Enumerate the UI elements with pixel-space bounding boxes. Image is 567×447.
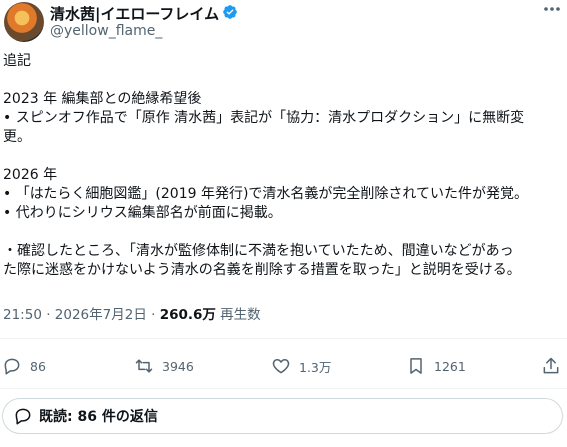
post-line: た際に迷惑をかけないよう清水の名義を削除する措置を取った」と説明を受ける。 [3, 262, 521, 278]
user-handle[interactable]: @yellow_flame_ [50, 23, 162, 39]
post-line: 2023 年 編集部との絶縁希望後 [3, 91, 202, 107]
bookmark-count: 1261 [434, 358, 466, 374]
like-count: 1.3万 [299, 359, 332, 375]
verified-badge-icon[interactable] [222, 4, 238, 20]
bookmark-button[interactable]: 1261 [406, 352, 466, 380]
post-line: • 代わりにシリウス編集部名が前面に掲載。 [3, 205, 282, 221]
share-button[interactable] [541, 352, 567, 380]
reply-count: 86 [30, 358, 46, 374]
repost-icon [135, 359, 153, 373]
post-line: 追記 [3, 53, 31, 69]
reply-icon [4, 358, 20, 375]
read-replies-button[interactable]: 既読: 86 件の返信 [2, 398, 563, 434]
display-name[interactable]: 清水茜|イエローフレイム [50, 3, 219, 24]
post-line: • 「はたらく細胞図鑑」(2019 年発行)で清水名義が完全削除されていた件が発… [3, 186, 529, 202]
repost-button[interactable]: 3946 [134, 352, 194, 380]
divider [0, 388, 567, 389]
post-line: • スピンオフ作品で「原作 清水茜」表記が「協力：清水プロダクション」に無断変 [3, 110, 525, 126]
reply-icon [15, 408, 31, 425]
read-replies-label: 既読: 86 件の返信 [39, 409, 158, 425]
post-line: ・確認したところ、「清水が監修体制に不満を抱いていたため、間違いなどがあっ [3, 243, 514, 259]
avatar[interactable] [4, 2, 44, 42]
post-header: 清水茜|イエローフレイム @yellow_flame_ [0, 0, 567, 44]
reply-button[interactable]: 86 [2, 352, 46, 380]
bookmark-icon [410, 358, 422, 374]
post-line: 更。 [3, 129, 31, 145]
views-label: 再生数 [215, 307, 261, 323]
post-line: 2026 年 [3, 167, 58, 183]
views-count: 260.6万 [159, 307, 216, 323]
post-text: 追記 2023 年 編集部との絶縁希望後 • スピンオフ作品で「原作 清水茜」表… [3, 52, 559, 280]
post-meta: 21:50 · 2026年7月2日 · 260.6万 再生数 [3, 303, 261, 323]
heart-icon [272, 359, 290, 374]
action-bar: 86 3946 1.3万 1261 [0, 352, 567, 382]
like-button[interactable]: 1.3万 [271, 352, 331, 380]
divider [0, 338, 567, 339]
repost-count: 3946 [162, 358, 194, 374]
more-options-icon[interactable] [541, 0, 563, 20]
post-timestamp[interactable]: 21:50 · 2026年7月2日 · [3, 307, 160, 323]
share-icon [543, 357, 559, 374]
